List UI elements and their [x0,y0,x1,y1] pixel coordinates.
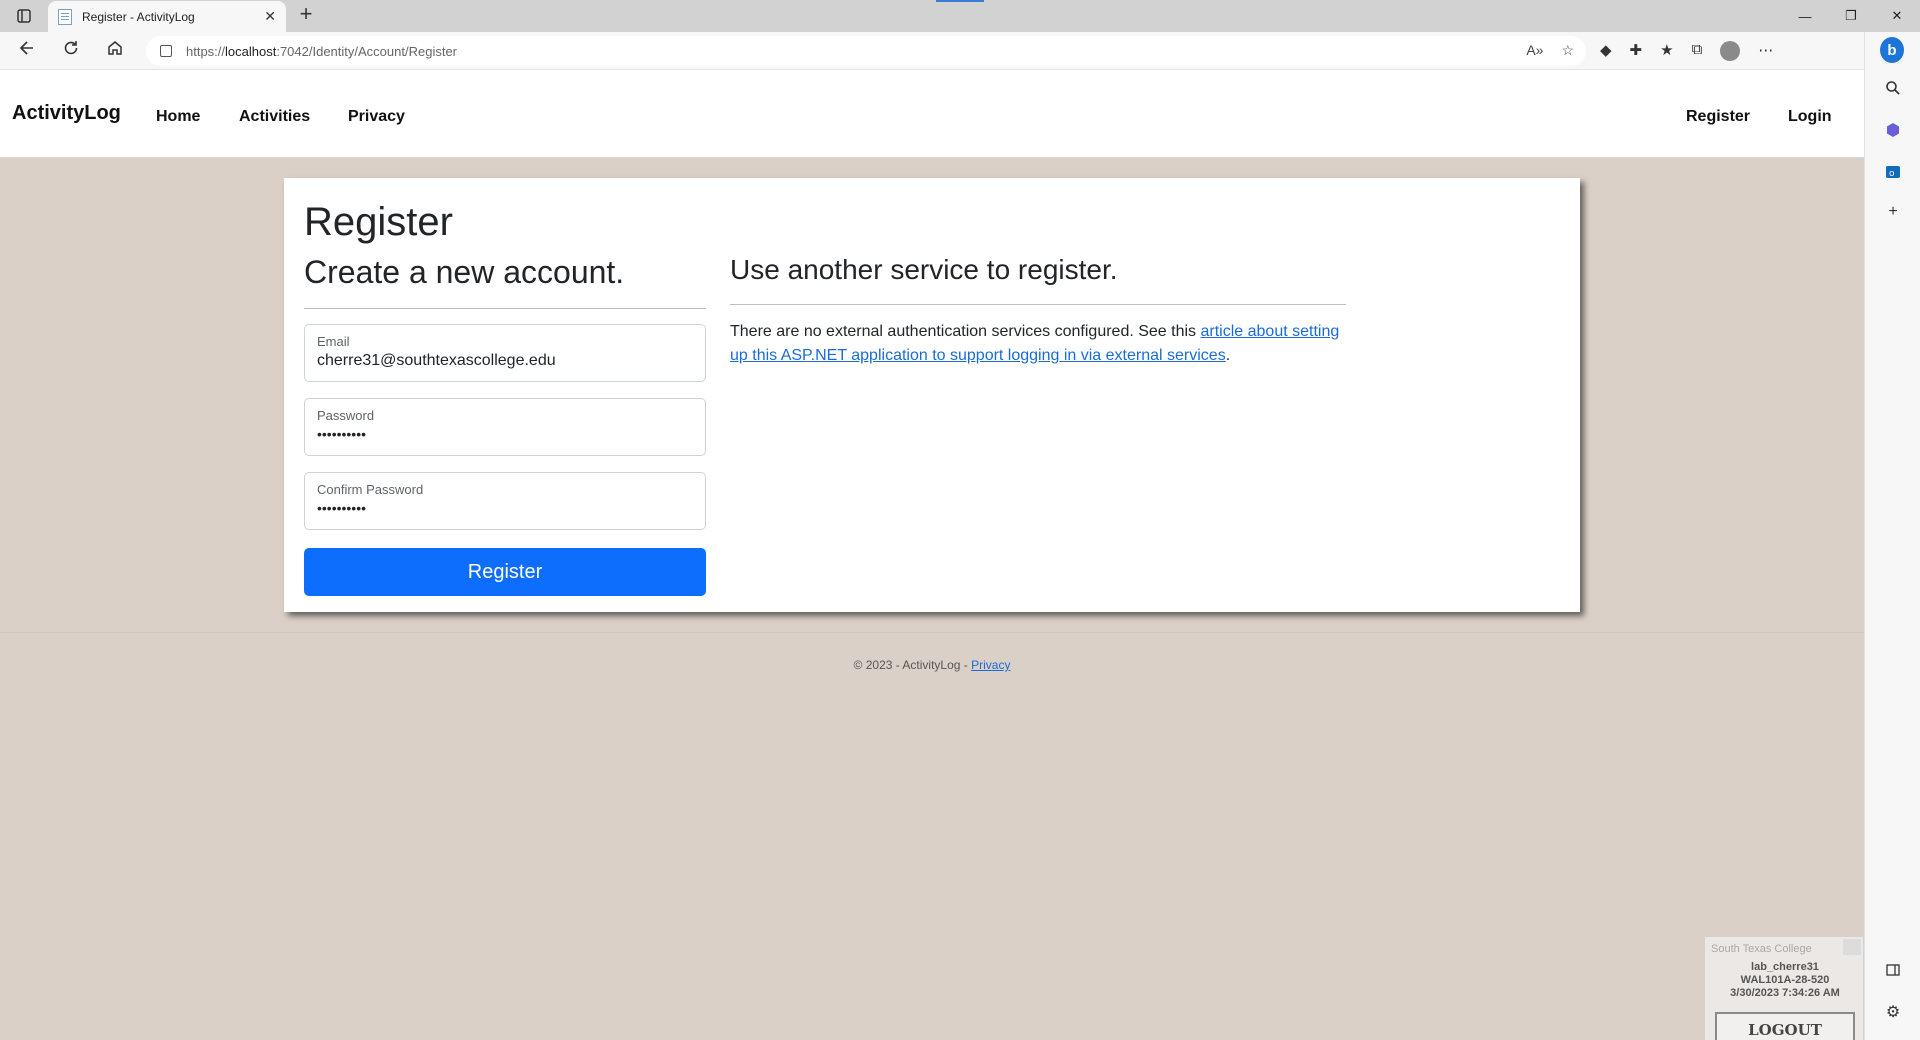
browser-tab[interactable]: Register - ActivityLog ✕ [48,1,286,32]
browser-tab-bar: Register - ActivityLog ✕ + — ❐ ✕ [0,0,1920,32]
password-label: Password [317,408,375,423]
url-actions: A» ☆ [1526,42,1574,59]
confirm-password-field[interactable]: Confirm Password •••••••••• [304,472,706,530]
footer-copyright: © 2023 - ActivityLog - [853,658,972,672]
close-window-button[interactable]: ✕ [1874,0,1920,32]
register-card: Register Create a new account. Email che… [284,178,1580,612]
extension-icon[interactable]: ◆ [1600,41,1612,61]
password-field[interactable]: Password •••••••••• [304,398,706,456]
new-tab-button[interactable]: + [294,3,318,27]
tab-title: Register - ActivityLog [82,9,195,24]
back-button[interactable] [14,39,40,63]
favorites-icon[interactable]: ★ [1660,41,1673,61]
site-navbar: ActivityLog Home Activities Privacy Regi… [0,70,1864,158]
nav-home-link[interactable]: Home [156,108,200,126]
external-info-text: There are no external authentication ser… [730,323,1201,340]
url-text: https://localhost:7042/Identity/Account/… [186,43,458,59]
nav-activities-link[interactable]: Activities [239,108,310,126]
minimize-button[interactable]: — [1782,0,1828,32]
window-controls: — ❐ ✕ [1782,0,1920,32]
collections-icon[interactable]: ⧉ [1692,41,1703,61]
tab-close-icon[interactable]: ✕ [264,8,276,25]
confirm-password-label: Confirm Password [317,482,424,497]
brand-link[interactable]: ActivityLog [12,102,121,125]
tab-actions-icon[interactable] [8,6,40,26]
search-icon[interactable] [1881,76,1905,100]
browser-sidebar: b o + ⚙ [1864,32,1920,1040]
form-subtitle: Create a new account. [304,254,625,290]
lab-user: lab_cherre31 [1751,961,1819,973]
refresh-button[interactable] [58,39,84,63]
lab-session-widget: South Texas College lab_cherre31 WAL101A… [1704,936,1864,1040]
nav-privacy-link[interactable]: Privacy [348,108,405,126]
email-input[interactable]: cherre31@southtexascollege.edu [317,352,556,370]
browser-toolbar: ◆ ✚ ★ ⧉ ⋯ [1600,41,1773,61]
external-login-info: There are no external authentication ser… [730,320,1350,368]
address-bar-row: https://localhost:7042/Identity/Account/… [0,32,1864,70]
profile-avatar[interactable] [1720,41,1741,61]
email-label: Email [317,334,350,349]
footer-divider [0,632,1864,633]
lab-machine: WAL101A-28-520 [1740,974,1830,986]
extensions-puzzle-icon[interactable]: ✚ [1630,41,1643,61]
outlook-icon[interactable]: o [1881,160,1905,184]
url-field[interactable]: https://localhost:7042/Identity/Account/… [146,36,1586,66]
office-icon[interactable] [1881,118,1905,142]
external-login-title: Use another service to register. [730,254,1118,285]
home-button[interactable] [102,39,128,63]
email-field[interactable]: Email cherre31@southtexascollege.edu [304,324,706,382]
register-button[interactable]: Register [304,548,706,596]
nav-register-link[interactable]: Register [1686,108,1750,126]
settings-gear-icon[interactable]: ⚙ [1881,1000,1905,1024]
page-title: Register [304,200,453,244]
lab-widget-close-button[interactable] [1843,939,1861,955]
page-viewport: ActivityLog Home Activities Privacy Regi… [0,70,1864,1040]
lock-icon[interactable] [160,45,172,57]
site-footer: © 2023 - ActivityLog - Privacy [0,658,1864,672]
external-info-end: . [1225,347,1231,364]
favorite-add-icon[interactable]: ☆ [1561,42,1574,59]
sidebar-toggle-icon[interactable] [1881,958,1905,982]
tab-indicator [936,0,984,2]
logout-button[interactable]: LOGOUT [1715,1012,1855,1040]
nav-login-link[interactable]: Login [1788,108,1832,126]
add-sidebar-app-icon[interactable]: + [1881,200,1905,224]
svg-text:o: o [1889,169,1895,179]
restore-button[interactable]: ❐ [1828,0,1874,32]
lab-datetime: 3/30/2023 7:34:26 AM [1730,987,1840,999]
page-favicon-icon [58,8,72,25]
divider [730,304,1346,305]
lab-widget-header: South Texas College [1711,943,1812,955]
read-aloud-icon[interactable]: A» [1526,42,1543,59]
confirm-password-input[interactable]: •••••••••• [317,500,366,516]
password-input[interactable]: •••••••••• [317,426,366,442]
bing-copilot-icon[interactable]: b [1880,37,1904,63]
more-menu-icon[interactable]: ⋯ [1758,41,1773,61]
footer-privacy-link[interactable]: Privacy [971,658,1010,672]
divider [304,308,706,309]
